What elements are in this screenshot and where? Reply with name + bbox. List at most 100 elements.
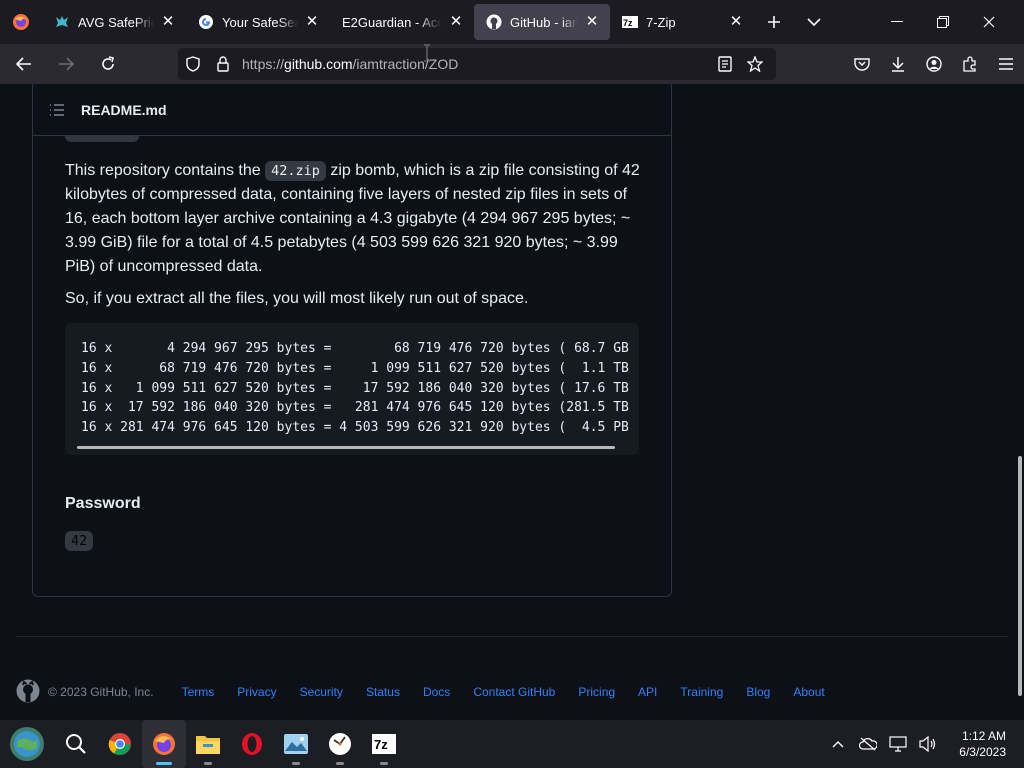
7zip-taskbar-icon[interactable]: 7z (362, 720, 406, 768)
firefox-view-icon[interactable] (0, 0, 42, 44)
code-line: 16 x 4 294 967 295 bytes = 68 719 476 72… (81, 341, 629, 356)
system-tray: 1:12 AM 6/3/2023 (823, 720, 1024, 768)
bookmark-star-icon[interactable] (740, 48, 770, 80)
footer-link-privacy[interactable]: Privacy (237, 685, 276, 699)
code-line: 16 x 281 474 976 645 120 bytes = 4 503 5… (81, 420, 629, 436)
windows-taskbar: 7z 1:12 AM 6/3/2023 (0, 720, 1024, 768)
reader-view-icon[interactable] (710, 48, 740, 80)
tab-bar: AVG SafePrice – ✕ Your SafeSearch ✕ E2Gu… (0, 0, 1024, 44)
footer-link-training[interactable]: Training (680, 685, 723, 699)
forward-button[interactable] (48, 48, 84, 80)
onedrive-icon[interactable] (853, 720, 883, 768)
copyright-text: © 2023 GitHub, Inc. (48, 685, 154, 699)
tab-avg-safeprice[interactable]: AVG SafePrice – ✕ (42, 0, 186, 44)
close-icon[interactable]: ✕ (448, 14, 464, 30)
tab-label: Your SafeSearch (222, 14, 298, 30)
github-logo-icon[interactable] (16, 679, 40, 706)
address-bar[interactable]: https://github.com/iamtraction/ZOD (178, 48, 776, 80)
site-footer: © 2023 GitHub, Inc. Terms Privacy Securi… (16, 679, 1008, 706)
firefox-taskbar-icon[interactable] (142, 720, 186, 768)
url-scheme: https:// (242, 56, 285, 72)
password-heading: Password (65, 495, 141, 512)
clock-time: 1:12 AM (961, 729, 1006, 743)
downloads-icon[interactable] (880, 44, 916, 84)
intro-text: This repository contains the (65, 162, 266, 179)
opera-icon[interactable] (230, 720, 274, 768)
close-icon[interactable]: ✕ (584, 14, 600, 30)
readme-filename: README.md (81, 102, 167, 118)
password-code: 42 (65, 531, 94, 551)
footer-link-about[interactable]: About (793, 685, 824, 699)
footer-link-api[interactable]: API (638, 685, 657, 699)
readme-intro-paragraph: This repository contains the 42.zip zip … (65, 159, 643, 279)
code-block: 16 x 4 294 967 295 bytes = 68 719 476 72… (65, 323, 639, 455)
code-block-text: 16 x 4 294 967 295 bytes = 68 719 476 72… (81, 339, 629, 438)
close-window-button[interactable] (966, 0, 1012, 44)
readme-second-paragraph: So, if you extract all the files, you wi… (65, 290, 529, 307)
clock-date: 6/3/2023 (959, 745, 1006, 759)
text-cursor-icon (424, 44, 430, 62)
footer-link-blog[interactable]: Blog (746, 685, 770, 699)
running-indicator (204, 762, 212, 765)
outline-list-icon[interactable] (49, 102, 65, 118)
chrome-icon[interactable] (98, 720, 142, 768)
tab-safesearch[interactable]: Your SafeSearch ✕ (186, 0, 330, 44)
footer-divider (16, 636, 1008, 637)
tab-label: AVG SafePrice – (78, 14, 154, 30)
search-icon[interactable] (54, 720, 98, 768)
url-path: /iamtraction/ZOD (352, 56, 459, 72)
menu-icon[interactable] (988, 44, 1024, 84)
chevron-up-icon[interactable] (823, 720, 853, 768)
tracking-protection-shield-icon[interactable] (178, 48, 208, 80)
tab-label: E2Guardian - Access (342, 14, 442, 30)
tab-label: GitHub - iamtraction (510, 14, 578, 30)
account-icon[interactable] (916, 44, 952, 84)
close-icon[interactable]: ✕ (304, 14, 320, 30)
pocket-icon[interactable] (844, 44, 880, 84)
google-icon (198, 14, 214, 30)
new-tab-button[interactable] (754, 0, 794, 44)
clock-app-icon[interactable] (318, 720, 362, 768)
password-value: 42 (65, 531, 94, 551)
7zip-icon: 7z (622, 14, 638, 30)
back-button[interactable] (6, 48, 42, 80)
svg-text:7z: 7z (374, 737, 388, 752)
vertical-scrollbar[interactable] (1018, 456, 1022, 696)
code-line: 16 x 1 099 511 627 520 bytes = 17 592 18… (81, 380, 629, 396)
reload-button[interactable] (90, 48, 126, 80)
lock-icon[interactable] (208, 48, 238, 80)
footer-link-status[interactable]: Status (366, 685, 400, 699)
readme-box: README.md This repository contains the 4… (32, 84, 672, 597)
footer-link-security[interactable]: Security (300, 685, 343, 699)
list-all-tabs-button[interactable] (794, 0, 834, 44)
footer-link-terms[interactable]: Terms (182, 685, 215, 699)
footer-link-docs[interactable]: Docs (423, 685, 450, 699)
taskbar-clock[interactable]: 1:12 AM 6/3/2023 (959, 728, 1006, 760)
code-line: 16 x 17 592 186 040 320 bytes = 281 474 … (81, 400, 629, 416)
close-icon[interactable]: ✕ (160, 14, 176, 30)
tab-7zip[interactable]: 7z 7-Zip ✕ (610, 0, 754, 44)
footer-link-pricing[interactable]: Pricing (578, 685, 615, 699)
active-indicator (156, 762, 172, 765)
horizontal-scrollbar[interactable] (77, 446, 615, 449)
volume-icon[interactable] (913, 720, 943, 768)
svg-text:7z: 7z (623, 18, 633, 28)
url-domain: github.com (284, 56, 353, 72)
minimize-button[interactable] (874, 0, 920, 44)
navigation-toolbar: https://github.com/iamtraction/ZOD (0, 44, 1024, 84)
footer-link-contact[interactable]: Contact GitHub (473, 685, 555, 699)
inline-code: 42.zip (265, 161, 326, 181)
github-icon (486, 14, 502, 30)
running-indicator (336, 762, 344, 765)
file-explorer-icon[interactable] (186, 720, 230, 768)
photos-icon[interactable] (274, 720, 318, 768)
extensions-icon[interactable] (952, 44, 988, 84)
tab-github-active[interactable]: GitHub - iamtraction ✕ (474, 4, 610, 40)
close-icon[interactable]: ✕ (728, 14, 744, 30)
restore-button[interactable] (920, 0, 966, 44)
start-button[interactable] (0, 720, 54, 768)
tab-label: 7-Zip (646, 14, 676, 30)
network-icon[interactable] (883, 720, 913, 768)
page-content: README.md This repository contains the 4… (0, 84, 1024, 720)
tab-e2guardian[interactable]: E2Guardian - Access ✕ (330, 0, 474, 44)
